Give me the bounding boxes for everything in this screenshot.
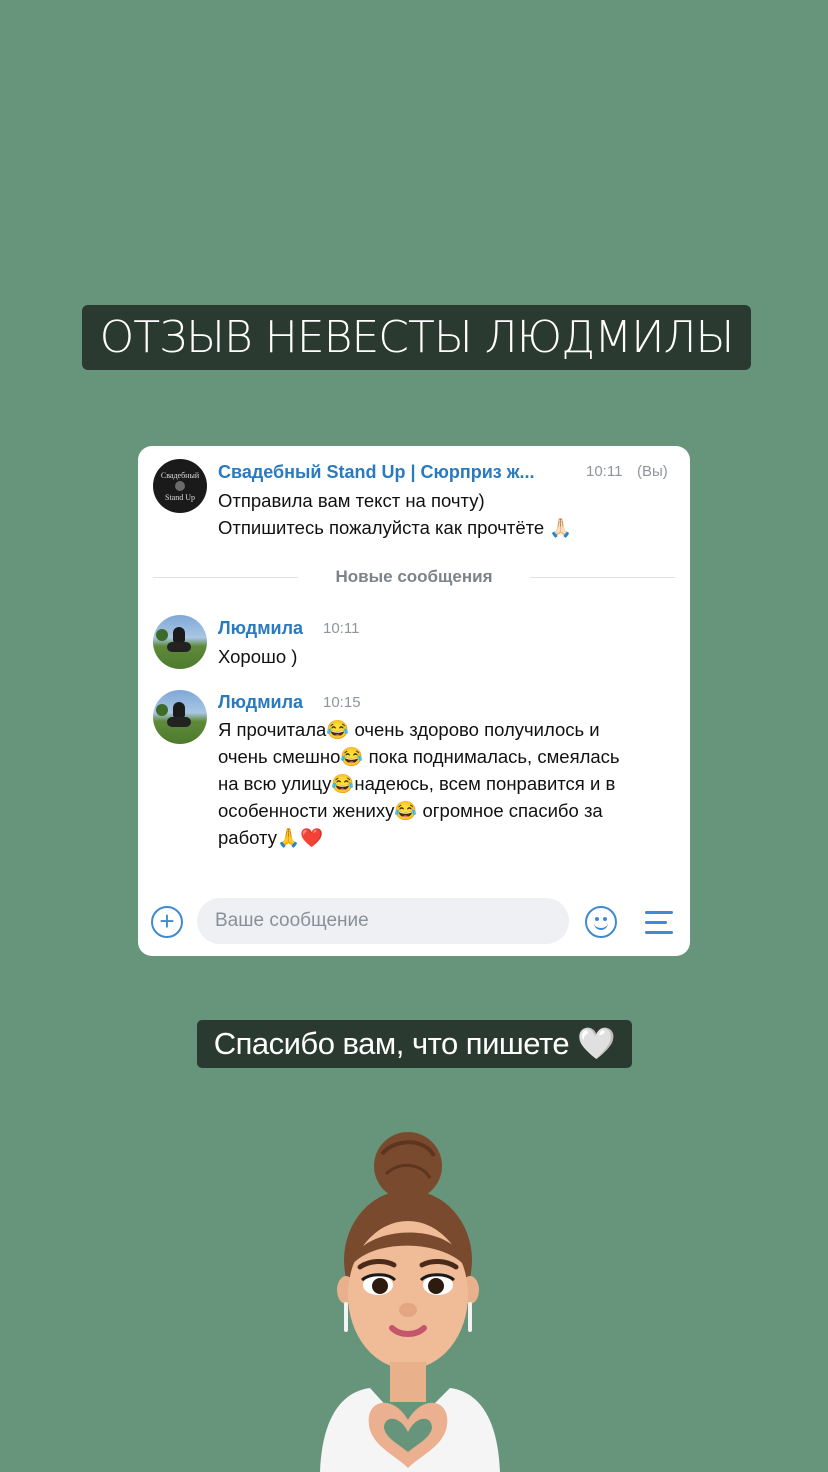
message-composer: + [138,896,690,956]
message-line: очень смешно😂 пока поднималась, смеялась [218,746,620,767]
avatar-tree [156,629,168,641]
avatar-brand-dot [175,481,185,491]
message-text: Отправила вам текст на почту) Отпишитесь… [218,487,678,541]
user-avatar[interactable] [153,615,207,669]
message-line: на всю улицу😂надеюсь, всем понравится и … [218,773,616,794]
smile-icon[interactable] [585,906,617,938]
message-author[interactable]: Людмила [218,617,303,639]
message-time: 10:11 [323,620,360,637]
avatar-person [173,702,185,718]
message-time: 10:11 [586,463,623,480]
message-line: Отпишитесь пожалуйста как прочтёте 🙏🏻 [218,517,573,538]
avatar-person-legs [167,717,191,727]
avatar-brand-text-top: Свадебный [160,471,200,480]
you-label: (Вы) [637,463,668,480]
brand-avatar[interactable]: Свадебный Stand Up [153,459,207,513]
message-line: Хорошо ) [218,646,298,667]
message-text: Я прочитала😂 очень здорово получилось и … [218,716,678,851]
message-line: работу🙏❤️ [218,827,324,848]
message-line: Я прочитала😂 очень здорово получилось и [218,719,600,740]
menu-lines-icon[interactable] [645,908,675,936]
message-text: Хорошо ) [218,643,678,670]
message-author[interactable]: Людмила [218,691,303,713]
story-caption: Спасибо вам, что пишете 🤍 [197,1020,632,1068]
chat-screenshot: Свадебный Stand Up Свадебный Stand Up | … [138,446,690,956]
user-avatar[interactable] [153,690,207,744]
avatar-person [173,627,185,643]
message-time: 10:15 [323,694,361,711]
memoji-sticker [320,1132,500,1472]
divider-line-right [530,577,675,578]
message-line: Отправила вам текст на почту) [218,490,485,511]
message-author[interactable]: Свадебный Stand Up | Сюрприз ж... [218,461,535,483]
plus-circle-icon[interactable]: + [151,906,183,938]
avatar-brand-text-bottom: Stand Up [165,493,195,502]
message-input[interactable] [197,898,569,944]
avatar-tree [156,704,168,716]
message-line: особенности жениху😂 огромное спасибо за [218,800,603,821]
avatar-person-legs [167,642,191,652]
story-title: ОТЗЫВ НЕВЕСТЫ ЛЮДМИЛЫ [82,305,751,370]
